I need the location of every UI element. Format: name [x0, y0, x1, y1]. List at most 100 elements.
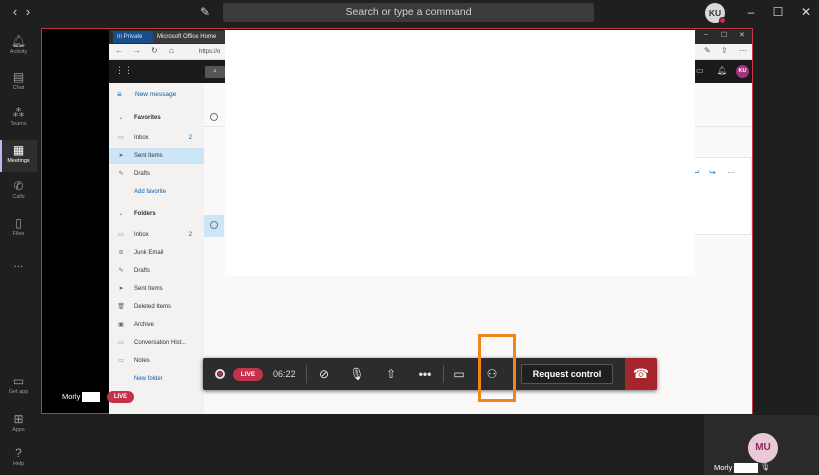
notifications-bell-icon[interactable]: 🔔︎: [717, 66, 727, 75]
folders-header[interactable]: ⌄ Folders: [109, 206, 204, 222]
forward-icon[interactable]: ↪: [709, 168, 716, 177]
add-favorite-link[interactable]: Add favorite: [109, 184, 204, 200]
rail-item-help[interactable]: ? Help: [0, 446, 37, 472]
request-control-button[interactable]: Request control: [521, 364, 613, 384]
compose-icon[interactable]: ✎: [198, 5, 212, 19]
more-actions-icon[interactable]: •••: [413, 364, 437, 384]
meeting-controls: LIVE 06:22 ⊘ 🎙︎ ⇧ ••• ▭ ⚇ Request contro…: [203, 358, 657, 390]
favorites-header[interactable]: ⌄ Favorites: [109, 110, 204, 126]
tab-inprivate[interactable]: In Private: [113, 31, 153, 43]
pencil-icon: ✎: [118, 268, 124, 274]
rail-item-teams[interactable]: ⁂ Teams: [0, 106, 37, 136]
rail-item-get-app[interactable]: ▭ Get app: [0, 374, 37, 400]
list-item[interactable]: [204, 128, 224, 150]
app-rail: 🔔︎ Activity ▤ Chat ⁂ Teams ▦ Meetings ✆ …: [0, 26, 37, 475]
new-message-button[interactable]: ≡ New message: [109, 88, 204, 102]
chevron-down-icon: ⌄: [118, 115, 124, 121]
folder-item-archive[interactable]: ▣ Archive: [109, 317, 204, 333]
divider: [306, 365, 307, 383]
rail-item-calls[interactable]: ✆ Calls: [0, 179, 37, 209]
list-item-selected[interactable]: [204, 215, 224, 237]
folder-label: New folder: [134, 376, 163, 382]
rail-item-activity[interactable]: 🔔︎ Activity: [0, 34, 37, 64]
chevron-down-icon: ⌄: [118, 211, 124, 217]
browser-home-icon[interactable]: ⌂: [169, 46, 174, 55]
browser-back-icon[interactable]: ←: [115, 46, 123, 55]
send-icon: ➤: [118, 153, 124, 159]
more-options-icon[interactable]: ⋯: [727, 168, 735, 177]
rail-item-meetings[interactable]: ▦ Meetings: [0, 140, 37, 172]
rail-item-chat[interactable]: ▤ Chat: [0, 70, 37, 100]
browser-forward-icon[interactable]: →: [133, 46, 141, 55]
folder-item-sent-items[interactable]: ➤ Sent Items: [109, 281, 204, 297]
browser-minimize-icon[interactable]: –: [704, 31, 708, 38]
hang-up-button[interactable]: ☎: [625, 358, 657, 390]
select-checkbox[interactable]: [210, 221, 218, 229]
teams-icon: ⁂: [12, 106, 25, 120]
folder-item-inbox[interactable]: ▭ Inbox 2: [109, 227, 204, 243]
browser-share-icon[interactable]: ⇪: [721, 46, 728, 55]
folder-item-sent-items[interactable]: ➤ Sent Items: [109, 148, 204, 164]
folder-label: Sent Items: [134, 286, 163, 292]
chat-icon[interactable]: ▭: [447, 364, 471, 384]
rail-label: Activity: [9, 49, 28, 55]
folder-item-inbox[interactable]: ▭ Inbox 2: [109, 130, 204, 146]
help-icon: ?: [15, 446, 22, 460]
folder-pane: ≡ New message ⌄ Favorites ▭ Inbox 2 ➤ Se…: [109, 83, 204, 414]
outlook-avatar[interactable]: KU: [736, 65, 749, 78]
self-video-tile[interactable]: MU Morly 🎙︎: [704, 415, 819, 475]
tab-office-home[interactable]: Microsoft Office Home: [153, 31, 235, 43]
section-label: Favorites: [134, 115, 161, 121]
browser-refresh-icon[interactable]: ↻: [151, 46, 158, 55]
command-search-input[interactable]: Search or type a command: [223, 3, 594, 22]
minimize-icon[interactable]: –: [744, 5, 758, 19]
chat-icon: ▤: [12, 70, 25, 84]
folder-label: Sent Items: [134, 153, 163, 159]
mic-off-icon[interactable]: 🎙︎: [345, 364, 369, 384]
close-icon[interactable]: ✕: [799, 5, 813, 19]
rail-item-more[interactable]: ...: [0, 256, 37, 272]
section-label: Folders: [134, 211, 156, 217]
folder-item-drafts[interactable]: ✎ Drafts: [109, 263, 204, 279]
browser-more-icon[interactable]: ⋯: [739, 46, 747, 55]
name-redaction: [82, 392, 100, 402]
inbox-icon: ▭: [118, 135, 124, 141]
folder-item-drafts[interactable]: ✎ Drafts: [109, 166, 204, 182]
browser-pen-icon[interactable]: ✎: [704, 46, 711, 55]
maximize-icon[interactable]: ☐: [771, 5, 785, 19]
app-launcher-icon[interactable]: ⋮⋮: [115, 65, 133, 76]
file-icon: ▯: [15, 216, 22, 230]
self-avatar: MU: [748, 433, 778, 463]
chat-bubble-icon[interactable]: ▭: [696, 66, 704, 75]
browser-maximize-icon[interactable]: ☐: [721, 31, 727, 39]
share-screen-icon[interactable]: ⇧: [379, 364, 403, 384]
browser-close-icon[interactable]: ✕: [739, 31, 745, 39]
record-icon[interactable]: [215, 369, 225, 379]
folder-item-deleted[interactable]: 🗑︎ Deleted Items: [109, 299, 204, 315]
send-icon: ➤: [118, 286, 124, 292]
camera-off-icon[interactable]: ⊘: [312, 364, 336, 384]
highlight-box: [478, 334, 516, 402]
hamburger-icon[interactable]: ≡: [117, 90, 122, 99]
new-folder-link[interactable]: New folder: [109, 371, 204, 387]
inbox-icon: ▭: [118, 232, 124, 238]
forward-arrow-icon[interactable]: ›: [21, 5, 35, 19]
back-arrow-icon[interactable]: ‹: [8, 5, 22, 19]
folder-icon: ▭: [118, 340, 124, 346]
folder-item-junk[interactable]: ⊘ Junk Email: [109, 245, 204, 261]
rail-label: Files: [12, 231, 25, 237]
rail-item-apps[interactable]: ⊞ Apps: [0, 412, 37, 438]
blank-shared-region: [225, 30, 695, 276]
folder-item-notes[interactable]: ▭ Notes: [109, 353, 204, 369]
blocked-icon: ⊘: [118, 250, 124, 256]
user-avatar[interactable]: KU: [705, 3, 726, 24]
rail-label: Chat: [12, 85, 25, 91]
rail-label: Apps: [12, 427, 25, 433]
select-all-checkbox[interactable]: [210, 113, 218, 121]
mail-search-icon[interactable]: ⌕: [205, 66, 225, 78]
pencil-icon: ✎: [118, 171, 124, 177]
rail-item-files[interactable]: ▯ Files: [0, 216, 37, 246]
folder-label: Inbox: [134, 135, 149, 141]
folder-item-conversation-history[interactable]: ▭ Conversation Hist...: [109, 335, 204, 351]
divider: [443, 365, 444, 383]
